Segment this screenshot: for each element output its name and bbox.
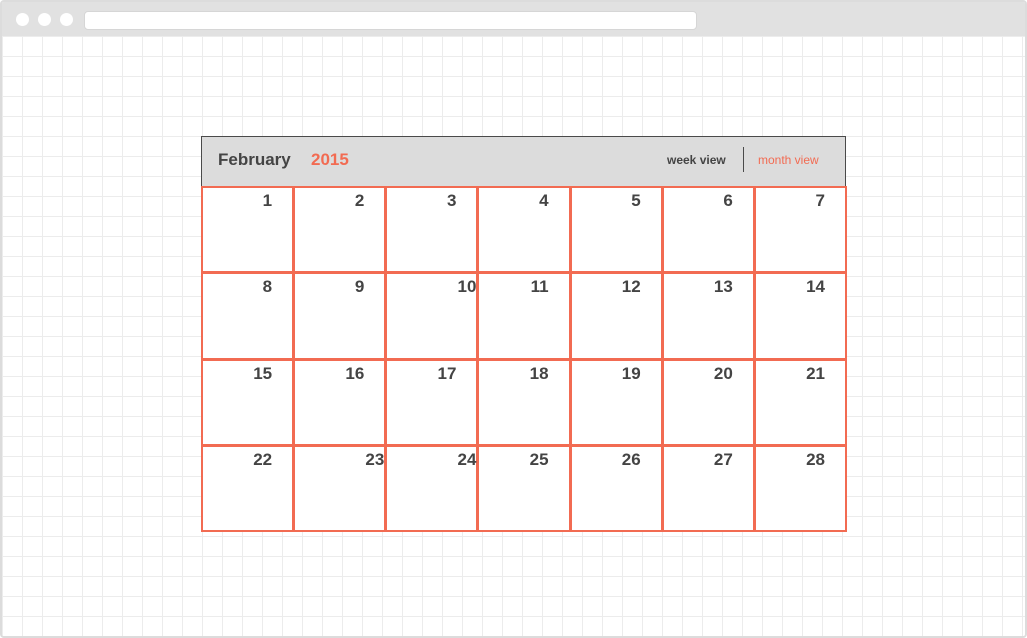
day-cell[interactable]: 18 bbox=[477, 358, 571, 446]
address-bar[interactable] bbox=[84, 11, 697, 30]
day-cell[interactable]: 10 bbox=[385, 272, 479, 360]
day-number: 15 bbox=[253, 363, 273, 383]
day-number: 16 bbox=[345, 363, 365, 383]
calendar-grid: 1 2 3 4 5 6 7 8 9 10 11 12 13 14 15 16 1… bbox=[201, 186, 847, 532]
day-number: 9 bbox=[354, 277, 365, 297]
day-number: 18 bbox=[529, 363, 549, 383]
view-divider bbox=[743, 147, 744, 172]
day-number: 8 bbox=[262, 277, 273, 297]
day-cell[interactable]: 12 bbox=[569, 272, 663, 360]
day-number: 19 bbox=[621, 363, 641, 383]
browser-window: February 2015 week view month view 1 2 3… bbox=[0, 0, 1027, 638]
day-cell[interactable]: 21 bbox=[753, 358, 847, 446]
day-cell[interactable]: 17 bbox=[385, 358, 479, 446]
day-cell[interactable]: 3 bbox=[385, 186, 479, 274]
day-cell[interactable]: 5 bbox=[569, 186, 663, 274]
day-cell[interactable]: 15 bbox=[201, 358, 295, 446]
day-number: 24 bbox=[457, 449, 477, 469]
year-label: 2015 bbox=[311, 150, 349, 169]
calendar-header: February 2015 week view month view bbox=[201, 136, 846, 187]
window-minimize-dot[interactable] bbox=[38, 13, 51, 26]
day-number: 5 bbox=[631, 191, 641, 210]
day-number: 28 bbox=[806, 449, 825, 469]
window-close-dot[interactable] bbox=[16, 13, 29, 26]
browser-toolbar bbox=[2, 2, 1025, 36]
day-number: 20 bbox=[713, 363, 733, 383]
day-cell[interactable]: 20 bbox=[661, 358, 755, 446]
day-cell[interactable]: 19 bbox=[569, 358, 663, 446]
day-number: 1 bbox=[262, 191, 273, 210]
day-number: 27 bbox=[713, 449, 733, 469]
day-number: 14 bbox=[806, 277, 825, 297]
day-cell[interactable]: 2 bbox=[293, 186, 387, 274]
day-number: 10 bbox=[457, 277, 477, 297]
window-maximize-dot[interactable] bbox=[60, 13, 73, 26]
day-cell[interactable]: 22 bbox=[201, 444, 295, 532]
day-number: 26 bbox=[621, 449, 641, 469]
day-number: 23 bbox=[365, 449, 385, 469]
day-cell[interactable]: 26 bbox=[569, 444, 663, 532]
day-number: 3 bbox=[446, 191, 457, 210]
day-cell[interactable]: 4 bbox=[477, 186, 571, 274]
day-cell[interactable]: 27 bbox=[661, 444, 755, 532]
day-number: 6 bbox=[723, 191, 733, 210]
day-number: 17 bbox=[437, 363, 457, 383]
day-cell[interactable]: 28 bbox=[753, 444, 847, 532]
day-cell[interactable]: 13 bbox=[661, 272, 755, 360]
day-cell[interactable]: 16 bbox=[293, 358, 387, 446]
day-cell[interactable]: 11 bbox=[477, 272, 571, 360]
day-cell[interactable]: 14 bbox=[753, 272, 847, 360]
day-number: 7 bbox=[815, 191, 825, 210]
day-cell[interactable]: 7 bbox=[753, 186, 847, 274]
day-cell[interactable]: 25 bbox=[477, 444, 571, 532]
day-cell[interactable]: 6 bbox=[661, 186, 755, 274]
day-number: 21 bbox=[806, 363, 825, 383]
day-number: 13 bbox=[713, 277, 733, 297]
day-number: 22 bbox=[253, 449, 273, 469]
day-number: 12 bbox=[621, 277, 641, 297]
day-number: 4 bbox=[539, 191, 549, 210]
day-cell[interactable]: 8 bbox=[201, 272, 295, 360]
day-number: 11 bbox=[530, 277, 549, 297]
day-cell[interactable]: 1 bbox=[201, 186, 295, 274]
week-view-button[interactable]: week view bbox=[667, 153, 726, 167]
month-label: February bbox=[218, 150, 291, 169]
day-cell[interactable]: 9 bbox=[293, 272, 387, 360]
day-number: 25 bbox=[529, 449, 549, 469]
day-number: 2 bbox=[354, 191, 365, 210]
page-viewport: February 2015 week view month view 1 2 3… bbox=[2, 36, 1025, 636]
calendar: February 2015 week view month view 1 2 3… bbox=[201, 136, 847, 532]
month-view-button[interactable]: month view bbox=[758, 153, 819, 167]
day-cell[interactable]: 23 bbox=[293, 444, 387, 532]
day-cell[interactable]: 24 bbox=[385, 444, 479, 532]
